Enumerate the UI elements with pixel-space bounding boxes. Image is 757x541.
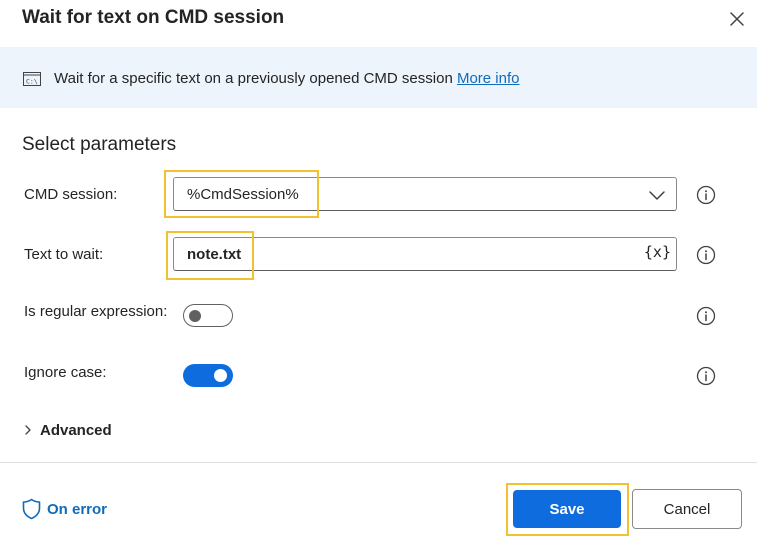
cmd-icon: C:\: [23, 72, 41, 86]
cmd-session-value: %CmdSession%: [187, 186, 299, 203]
on-error-label: On error: [47, 501, 108, 518]
footer-divider: [0, 462, 757, 463]
text-to-wait-label: Text to wait:: [24, 246, 104, 263]
regex-info-icon[interactable]: [696, 306, 716, 326]
advanced-label: Advanced: [40, 422, 112, 439]
chevron-down-icon: [649, 191, 665, 200]
shield-icon: [22, 498, 41, 520]
cmd-session-label: CMD session:: [24, 186, 118, 203]
dialog-title: Wait for text on CMD session: [22, 7, 285, 28]
ignore-case-label: Ignore case:: [24, 364, 107, 381]
text-to-wait-input[interactable]: note.txt {x}: [173, 237, 677, 271]
cmd-session-info-icon[interactable]: [696, 185, 716, 205]
chevron-right-icon: [25, 425, 31, 435]
save-button[interactable]: Save: [513, 490, 621, 528]
cancel-button[interactable]: Cancel: [632, 489, 742, 529]
toggle-knob: [214, 369, 227, 382]
svg-text:C:\: C:\: [26, 78, 38, 86]
banner-description: Wait for a specific text on a previously…: [54, 70, 520, 87]
text-to-wait-value: note.txt: [187, 246, 242, 263]
banner-text: Wait for a specific text on a previously…: [54, 70, 453, 87]
section-title: Select parameters: [22, 134, 177, 155]
regex-label: Is regular expression:: [24, 303, 168, 320]
ignore-case-info-icon[interactable]: [696, 366, 716, 386]
close-button[interactable]: [726, 8, 748, 30]
text-to-wait-info-icon[interactable]: [696, 245, 716, 265]
cmd-session-dropdown[interactable]: %CmdSession%: [173, 177, 677, 211]
close-icon: [730, 12, 744, 26]
variable-icon[interactable]: {x}: [644, 243, 671, 261]
more-info-link[interactable]: More info: [457, 70, 520, 87]
toggle-knob: [189, 310, 201, 322]
regex-toggle[interactable]: [183, 304, 233, 327]
ignore-case-toggle[interactable]: [183, 364, 233, 387]
